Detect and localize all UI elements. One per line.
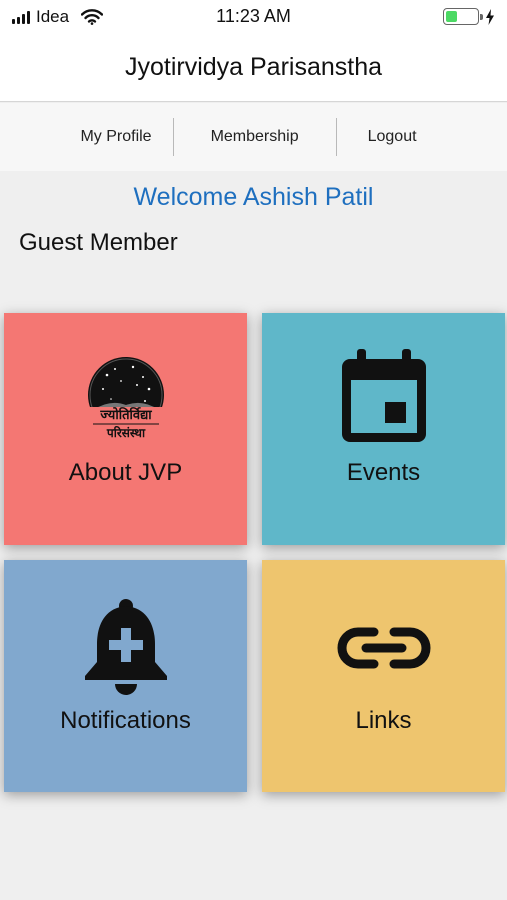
notifications-tile[interactable]: Notifications	[4, 560, 247, 792]
nav-membership[interactable]: Membership	[174, 128, 336, 146]
bell-plus-icon	[4, 598, 247, 696]
welcome-message: Welcome Ashish Patil	[133, 183, 374, 211]
status-time: 11:23 AM	[216, 6, 291, 26]
battery-icon	[443, 8, 483, 25]
jvp-logo-icon: ज्योतिर्विद्या परिसंस्था	[4, 355, 247, 443]
logo-line2: परिसंस्था	[105, 426, 145, 440]
nav-my-profile[interactable]: My Profile	[59, 128, 172, 146]
member-type-label: Guest Member	[19, 229, 178, 256]
page-title: Jyotirvidya Parisanstha	[124, 53, 383, 81]
events-label: Events	[346, 459, 421, 486]
events-tile[interactable]: Events	[262, 313, 505, 545]
calendar-icon	[262, 349, 505, 443]
nav-logout[interactable]: Logout	[337, 128, 448, 146]
link-icon	[262, 624, 505, 672]
links-label: Links	[355, 707, 412, 734]
notifications-label: Notifications	[60, 707, 191, 734]
app-header: Jyotirvidya Parisanstha	[0, 34, 507, 102]
logo-line1: ज्योतिर्विद्या	[99, 407, 152, 423]
links-tile[interactable]: Links	[262, 560, 505, 792]
status-bar: Idea 11:23 AM	[0, 0, 507, 34]
top-nav: My Profile Membership Logout	[0, 103, 507, 171]
status-right	[443, 8, 495, 25]
charging-bolt-icon	[486, 8, 494, 25]
about-jvp-tile[interactable]: ज्योतिर्विद्या परिसंस्था About JVP	[4, 313, 247, 545]
about-jvp-label: About JVP	[68, 459, 183, 486]
